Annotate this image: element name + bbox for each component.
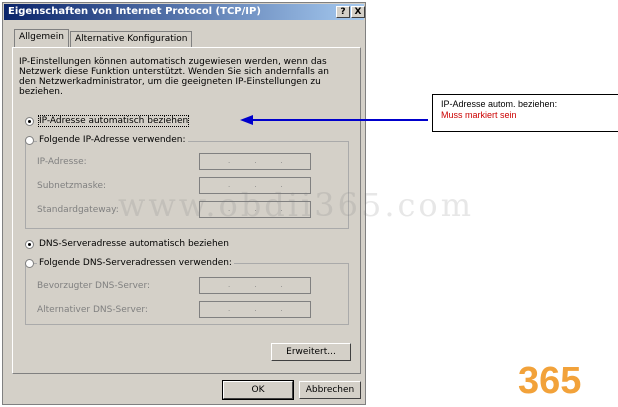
default-gateway-label: Standardgateway: [37, 205, 119, 215]
tab-alternative-konfiguration[interactable]: Alternative Konfiguration [70, 31, 193, 47]
tab-allgemein[interactable]: Allgemein [14, 29, 69, 47]
close-button[interactable]: X [351, 6, 365, 18]
ok-button[interactable]: OK [222, 380, 294, 400]
title-bar: Eigenschaften von Internet Protocol (TCP… [4, 4, 365, 20]
alternate-dns-field[interactable]: ... [199, 301, 311, 318]
brand-logo: 365 [518, 360, 582, 402]
watermark-text: www.obdii365.com [118, 186, 475, 224]
preferred-dns-field[interactable]: ... [199, 277, 311, 294]
pointer-arrow [240, 115, 428, 125]
radio-ip-auto[interactable] [25, 117, 34, 126]
preferred-dns-label: Bevorzugter DNS-Server: [37, 281, 151, 291]
callout-line2: Muss markiert sein [441, 110, 517, 120]
subnet-mask-label: Subnetzmaske: [37, 181, 107, 191]
window-title: Eigenschaften von Internet Protocol (TCP… [8, 6, 261, 17]
ip-address-label: IP-Adresse: [37, 157, 87, 167]
intro-text: IP-Einstellungen können automatisch zuge… [19, 57, 329, 97]
annotation-callout: IP-Adresse autom. beziehen: Muss markier… [432, 94, 618, 132]
help-button[interactable]: ? [336, 6, 350, 18]
ip-manual-label[interactable]: Folgende IP-Adresse verwenden: [37, 135, 188, 145]
radio-dns-auto[interactable] [25, 240, 34, 249]
cancel-button[interactable]: Abbrechen [299, 381, 361, 399]
alternate-dns-label: Alternativer DNS-Server: [37, 305, 148, 315]
dns-auto-label[interactable]: DNS-Serveradresse automatisch beziehen [39, 239, 229, 249]
dns-manual-label[interactable]: Folgende DNS-Serveradressen verwenden: [37, 258, 234, 268]
ip-address-field[interactable]: ... [199, 153, 311, 170]
callout-line1: IP-Adresse autom. beziehen: [441, 99, 558, 109]
advanced-button[interactable]: Erweitert... [271, 343, 351, 361]
radio-ip-manual[interactable] [25, 136, 34, 145]
radio-dns-manual[interactable] [25, 259, 34, 268]
ip-auto-label[interactable]: IP-Adresse automatisch beziehen [37, 115, 190, 127]
